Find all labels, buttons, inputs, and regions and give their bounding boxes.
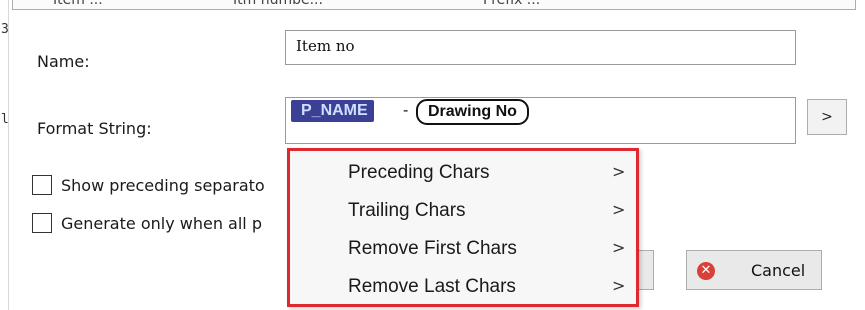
menu-item-label: Preceding Chars [348, 162, 490, 183]
header-fragment: Item ... [53, 0, 103, 8]
show-separator-checkbox[interactable] [32, 175, 52, 195]
name-input[interactable]: Item no [285, 30, 796, 65]
cancel-button[interactable]: ✕ Cancel [686, 250, 822, 290]
cancel-label: Cancel [751, 261, 806, 280]
chevron-right-icon: > [612, 162, 626, 181]
menu-item-label: Remove First Chars [348, 238, 517, 259]
token-separator: - [403, 102, 409, 119]
format-string-label: Format String: [37, 119, 152, 138]
generate-only-label: Generate only when all p [61, 214, 262, 233]
generate-only-checkbox[interactable] [32, 213, 52, 233]
header-fragment: Itm numbe... [233, 0, 323, 8]
format-more-button[interactable]: > [807, 99, 847, 135]
edge-glyph: 3 [1, 22, 9, 37]
show-separator-label: Show preceding separato [61, 176, 265, 195]
token-p-name[interactable]: P_NAME [291, 100, 374, 122]
menu-item-label: Trailing Chars [348, 200, 466, 221]
chevron-right-icon: > [612, 238, 626, 257]
window-left-edge: 3 l [0, 0, 9, 310]
name-input-value: Item no [296, 37, 355, 55]
header-fragment: Prefix ... [483, 0, 541, 8]
close-circle-icon: ✕ [697, 262, 715, 280]
menu-item-label: Remove Last Chars [348, 276, 516, 297]
column-header-strip: Item ... Itm numbe... Prefix ... [12, 0, 856, 10]
menu-item-remove-first-chars[interactable]: Remove First Chars > [290, 231, 636, 267]
format-string-field[interactable]: P_NAME - Drawing No [285, 97, 796, 144]
menu-item-preceding-chars[interactable]: Preceding Chars > [290, 155, 636, 191]
chevron-right-icon: > [612, 276, 626, 295]
token-drawing-no[interactable]: Drawing No [416, 99, 529, 125]
context-menu: Preceding Chars > Trailing Chars > Remov… [287, 148, 639, 307]
menu-item-trailing-chars[interactable]: Trailing Chars > [290, 193, 636, 229]
menu-item-remove-last-chars[interactable]: Remove Last Chars > [290, 269, 636, 305]
name-label: Name: [37, 52, 90, 71]
chevron-right-icon: > [612, 200, 626, 219]
edge-glyph: l [1, 112, 9, 127]
